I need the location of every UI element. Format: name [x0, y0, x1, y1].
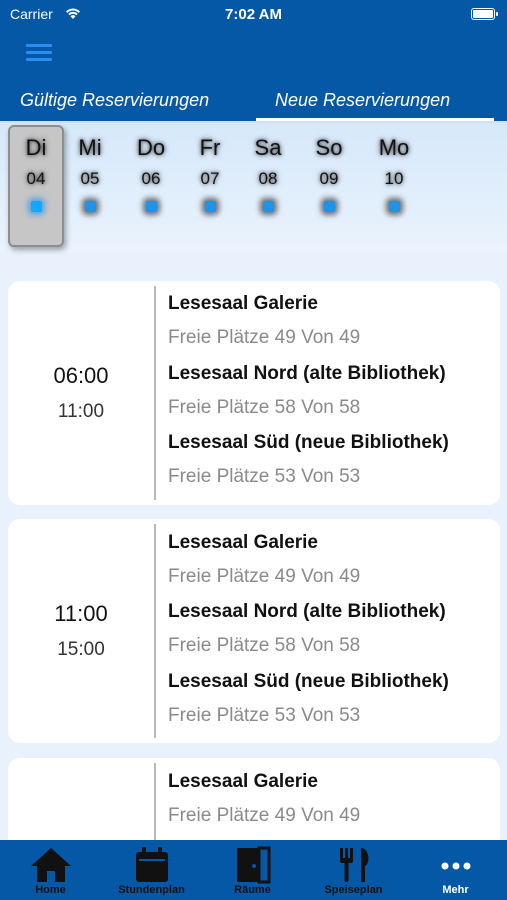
door-icon: [236, 846, 270, 884]
free-seats: Freie Plätze 58 Von 58: [168, 635, 361, 656]
day-number: 10: [384, 169, 404, 188]
room-entry[interactable]: Lesesaal Nord (alte Bibliothek) Freie Pl…: [168, 363, 446, 419]
free-seats: Freie Plätze 49 Von 49: [168, 805, 361, 826]
home-icon: [30, 848, 71, 882]
free-seats: Freie Plätze 53 Von 53: [168, 466, 361, 487]
free-seats: Freie Plätze 49 Von 49: [168, 566, 361, 587]
tabbar-label: Speiseplan: [324, 884, 383, 896]
day-item-sa[interactable]: Sa 08: [242, 127, 294, 245]
calendar-icon: [135, 847, 168, 882]
menu-icon[interactable]: [26, 42, 54, 66]
tabbar-stundenplan[interactable]: Stundenplan: [101, 840, 202, 900]
battery-icon: [471, 8, 498, 20]
tab-valid-reservations[interactable]: Gültige Reservierungen: [20, 90, 209, 111]
day-number: 07: [200, 169, 220, 188]
availability-indicator: [323, 201, 335, 212]
availability-indicator: [30, 201, 42, 212]
tabbar-label: Stundenplan: [118, 884, 185, 896]
time-range: 11:00 15:00: [8, 601, 154, 661]
day-item-so[interactable]: So 09: [303, 127, 355, 245]
tab-new-reservations[interactable]: Neue Reservierungen: [275, 90, 450, 111]
cutlery-icon: [339, 848, 368, 882]
availability-indicator: [262, 201, 274, 212]
availability-indicator: [388, 201, 400, 212]
tabbar-mehr[interactable]: Mehr: [404, 840, 507, 900]
day-item-fr[interactable]: Fr 07: [184, 127, 236, 245]
room-name: Lesesaal Galerie: [168, 771, 318, 792]
availability-indicator: [84, 201, 96, 212]
day-number: 09: [319, 169, 339, 188]
tabbar-label: Mehr: [442, 884, 469, 896]
time-range: 06:00 11:00: [8, 363, 154, 423]
more-icon: [441, 862, 470, 870]
free-seats: Freie Plätze 49 Von 49: [168, 327, 361, 348]
card-divider: [154, 524, 156, 738]
room-entry[interactable]: Lesesaal Galerie Freie Plätze 49 Von 49: [168, 293, 360, 349]
day-name: Mo: [378, 135, 410, 160]
day-item-di[interactable]: Di 04: [8, 125, 64, 247]
tabbar-label: Home: [35, 884, 66, 896]
availability-indicator: [145, 201, 157, 212]
slot-start-time: 06:00: [53, 363, 109, 388]
day-item-mi[interactable]: Mi 05: [64, 127, 116, 245]
time-slot-card[interactable]: 06:00 11:00 Lesesaal Galerie Freie Plätz…: [8, 281, 500, 505]
day-number: 08: [258, 169, 278, 188]
day-name: Di: [25, 135, 47, 160]
day-name: Sa: [254, 135, 282, 160]
bottom-tab-bar: Home Stundenplan Räume Speiseplan Mehr: [0, 840, 507, 900]
room-name: Lesesaal Süd (neue Bibliothek): [168, 671, 449, 692]
clock: 7:02 AM: [225, 6, 282, 23]
free-seats: Freie Plätze 58 Von 58: [168, 397, 361, 418]
day-item-do[interactable]: Do 06: [125, 127, 177, 245]
tabbar-raeume[interactable]: Räume: [202, 840, 303, 900]
room-entry[interactable]: Lesesaal Süd (neue Bibliothek) Freie Plä…: [168, 671, 449, 727]
room-entry[interactable]: Lesesaal Süd (neue Bibliothek) Freie Plä…: [168, 432, 449, 488]
day-number: 04: [26, 169, 46, 188]
slot-start-time: 11:00: [54, 601, 108, 626]
day-name: Fr: [199, 135, 221, 160]
slot-end-time: 15:00: [57, 639, 105, 660]
day-name: Do: [136, 135, 166, 160]
day-number: 06: [141, 169, 161, 188]
time-slot-card[interactable]: 11:00 15:00 Lesesaal Galerie Freie Plätz…: [8, 519, 500, 743]
card-divider: [154, 286, 156, 500]
room-entry[interactable]: Lesesaal Galerie Freie Plätze 49 Von 49: [168, 771, 360, 827]
room-name: Lesesaal Galerie: [168, 293, 318, 314]
availability-indicator: [204, 201, 216, 212]
day-name: So: [315, 135, 343, 160]
tabbar-home[interactable]: Home: [0, 840, 101, 900]
slot-end-time: 11:00: [57, 401, 105, 422]
room-entry[interactable]: Lesesaal Galerie Freie Plätze 49 Von 49: [168, 532, 360, 588]
reservation-tabs: Gültige Reservierungen Neue Reservierung…: [0, 80, 507, 122]
tabbar-speiseplan[interactable]: Speiseplan: [303, 840, 404, 900]
room-name: Lesesaal Galerie: [168, 532, 318, 553]
day-item-mo[interactable]: Mo 10: [368, 127, 420, 245]
free-seats: Freie Plätze 53 Von 53: [168, 705, 361, 726]
day-name: Mi: [78, 135, 102, 160]
status-bar: Carrier 7:02 AM: [0, 0, 507, 30]
room-name: Lesesaal Nord (alte Bibliothek): [168, 601, 446, 622]
room-name: Lesesaal Süd (neue Bibliothek): [168, 432, 449, 453]
nav-bar: [0, 30, 507, 80]
day-selector: Di 04 Mi 05 Do 06 Fr 07 Sa 08 So 09 Mo 1…: [0, 123, 507, 253]
tabbar-label: Räume: [234, 884, 271, 896]
room-entry[interactable]: Lesesaal Nord (alte Bibliothek) Freie Pl…: [168, 601, 446, 657]
day-number: 05: [80, 169, 100, 188]
room-name: Lesesaal Nord (alte Bibliothek): [168, 363, 446, 384]
